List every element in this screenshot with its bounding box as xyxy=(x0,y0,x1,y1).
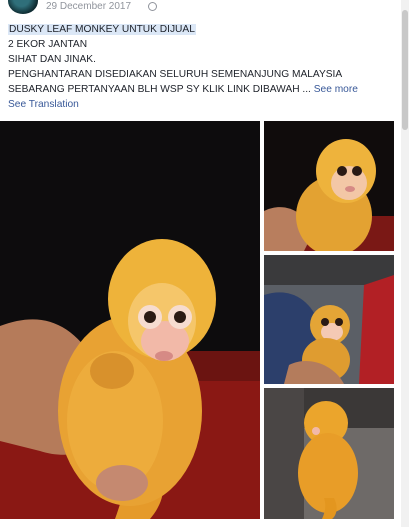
photo-3-art xyxy=(264,255,394,384)
post-header: 29 December 2017 xyxy=(0,0,409,16)
photo-4[interactable] xyxy=(264,388,394,519)
photo-grid xyxy=(0,121,394,519)
see-translation-link[interactable]: See Translation xyxy=(8,99,79,110)
main-photo-art xyxy=(0,121,260,519)
photo-3[interactable] xyxy=(264,255,394,384)
post-date[interactable]: 29 December 2017 xyxy=(46,1,131,12)
avatar[interactable] xyxy=(8,0,38,14)
photo-2-art xyxy=(264,121,394,251)
main-photo[interactable] xyxy=(0,121,260,519)
post-line-2: 2 EKOR JANTAN xyxy=(8,39,88,50)
globe-icon[interactable] xyxy=(148,2,157,11)
photo-4-art xyxy=(264,388,394,519)
post-line-3: SIHAT DAN JINAK. xyxy=(8,54,96,65)
post-line-4: PENGHANTARAN DISEDIAKAN SELURUH SEMENANJ… xyxy=(8,69,343,80)
scrollbar-thumb[interactable] xyxy=(402,10,408,130)
see-more-link[interactable]: See more xyxy=(314,84,358,95)
post-title: DUSKY LEAF MONKEY UNTUK DIJUAL xyxy=(8,24,196,35)
photo-2[interactable] xyxy=(264,121,394,251)
post-line-5: SEBARANG PERTANYAAN BLH WSP SY KLIK LINK… xyxy=(8,84,311,95)
scrollbar[interactable] xyxy=(401,0,409,527)
post-text: DUSKY LEAF MONKEY UNTUK DIJUAL 2 EKOR JA… xyxy=(8,22,404,112)
